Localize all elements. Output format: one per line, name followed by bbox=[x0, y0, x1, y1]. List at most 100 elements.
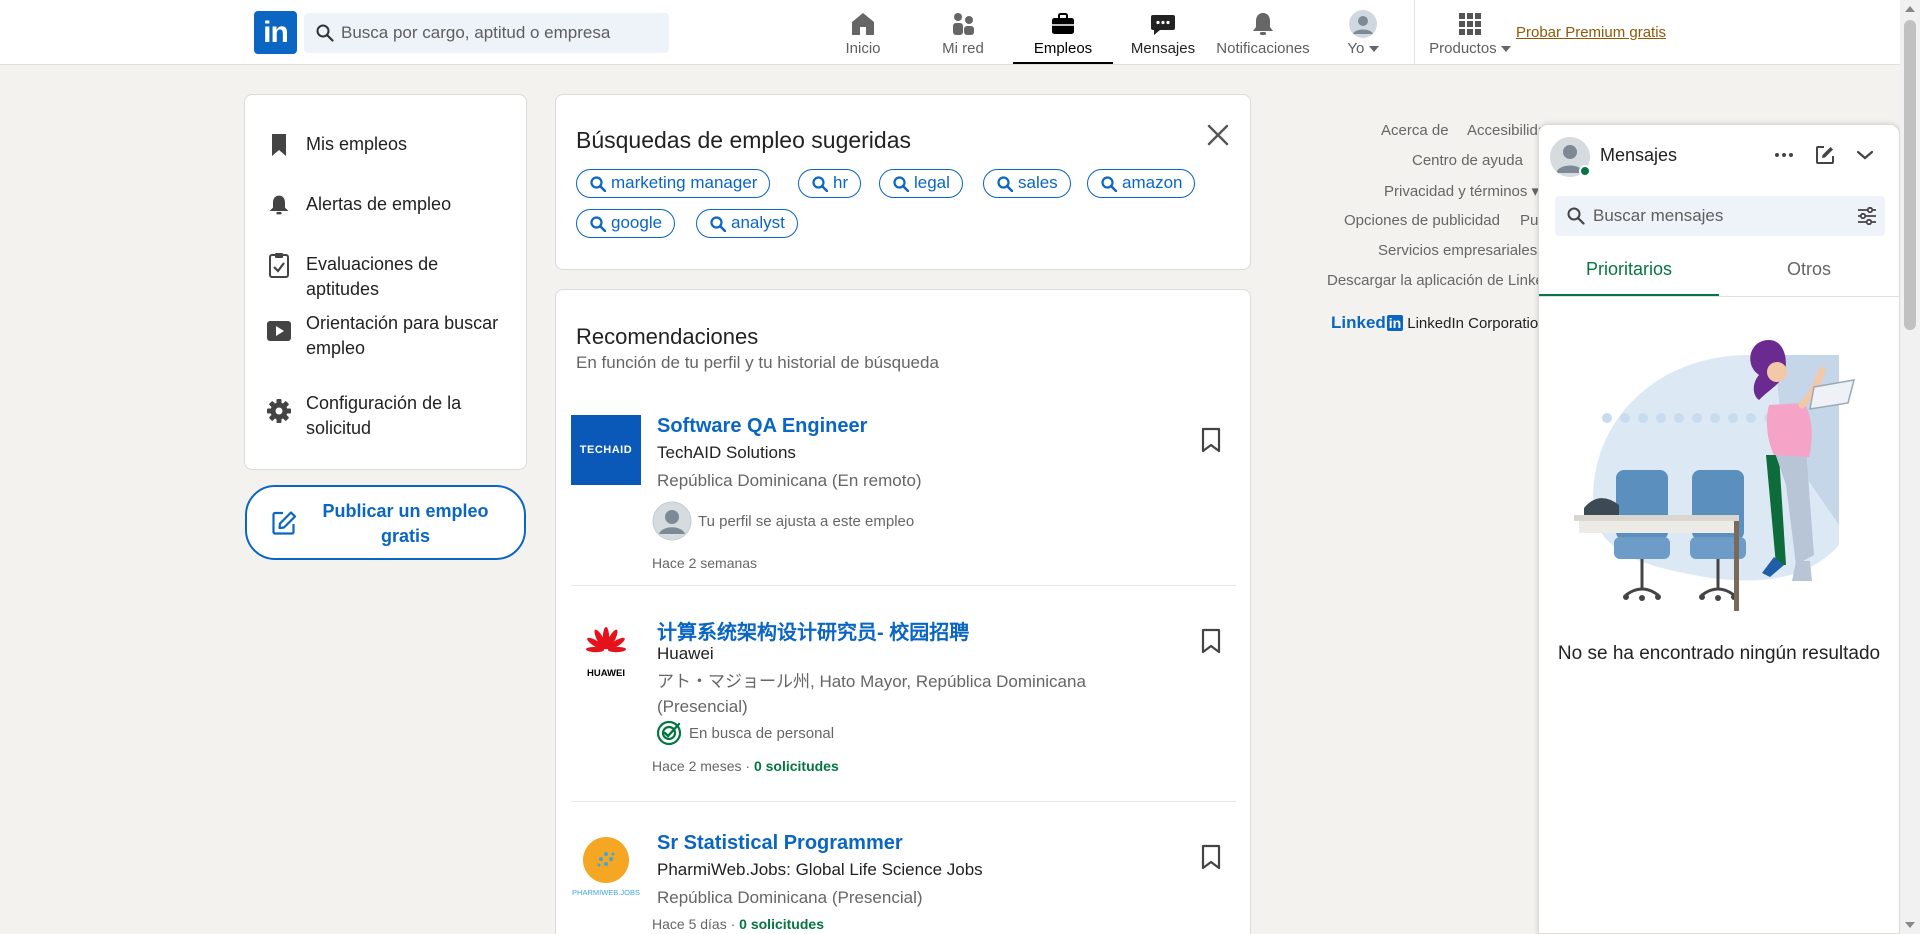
tab-other[interactable]: Otros bbox=[1719, 250, 1899, 296]
suggested-search-pill[interactable]: sales bbox=[983, 169, 1071, 198]
search-icon bbox=[893, 176, 909, 192]
video-icon bbox=[265, 317, 293, 345]
nav-notifications[interactable]: Notificaciones bbox=[1213, 0, 1313, 64]
job-company: PharmiWeb.Jobs: Global Life Science Jobs bbox=[657, 860, 983, 879]
nav-products-label-wrap: Productos bbox=[1420, 40, 1520, 57]
footer-link-ad-choices[interactable]: Opciones de publicidad bbox=[1344, 212, 1500, 229]
search-icon bbox=[1567, 207, 1585, 225]
search-icon bbox=[997, 176, 1013, 192]
job-posted: Hace 2 meses · 0 solicitudes bbox=[652, 758, 839, 774]
footer-link-get-app[interactable]: Descargar la aplicación de LinkedIn bbox=[1327, 272, 1565, 289]
footer-copyright: LinkedIn Corporation bbox=[1407, 314, 1547, 332]
save-job-bookmark-icon[interactable] bbox=[1200, 628, 1222, 654]
bookmark-icon bbox=[265, 131, 293, 159]
page-scrollbar[interactable] bbox=[1900, 0, 1920, 934]
sidebar-item-label: Evaluaciones de aptitudes bbox=[306, 254, 439, 299]
more-options-icon[interactable] bbox=[1774, 145, 1794, 165]
footer-link-about[interactable]: Acerca de bbox=[1381, 122, 1449, 139]
footer-link-privacy[interactable]: Privacidad y términos ▾ bbox=[1384, 182, 1539, 200]
post-job-label: Publicar un empleo gratis bbox=[322, 501, 489, 546]
nav-jobs[interactable]: Empleos bbox=[1013, 0, 1113, 64]
try-premium-link[interactable]: Probar Premium gratis bbox=[1516, 24, 1666, 41]
sidebar-item-job-guidance[interactable]: Orientación para buscar empleo bbox=[265, 311, 516, 361]
scrollbar-thumb[interactable] bbox=[1904, 20, 1916, 330]
company-logo-text: PHARMIWEB.JOBS bbox=[572, 888, 640, 897]
job-insight-text: En busca de personal bbox=[689, 724, 835, 742]
messaging-panel: Mensajes Prioritarios Otros bbox=[1538, 124, 1900, 934]
global-search[interactable] bbox=[304, 13, 669, 53]
nav-home-label: Inicio bbox=[845, 40, 881, 57]
filter-icon[interactable] bbox=[1857, 207, 1877, 225]
scroll-down-arrow[interactable] bbox=[1905, 922, 1915, 928]
nav-messaging[interactable]: Mensajes bbox=[1113, 0, 1213, 64]
sidebar-item-application-settings[interactable]: Configuración de la solicitud bbox=[265, 391, 516, 441]
job-applicants: 0 solicitudes bbox=[753, 758, 839, 774]
recommendations-title: Recomendaciones bbox=[576, 324, 759, 349]
footer-link-advertising[interactable]: Pu bbox=[1520, 212, 1538, 229]
suggested-searches-card: Búsquedas de empleo sugeridas marketing … bbox=[555, 94, 1251, 270]
nav-network-label: Mi red bbox=[942, 40, 984, 57]
sidebar-item-job-alerts[interactable]: Alertas de empleo bbox=[265, 191, 516, 219]
sidebar-item-label: Mis empleos bbox=[306, 134, 408, 154]
job-company: TechAID Solutions bbox=[657, 443, 796, 462]
job-posted-text: Hace 5 días bbox=[652, 916, 727, 932]
linkedin-logo[interactable]: in bbox=[254, 11, 297, 54]
huawei-logo-icon: HUAWEI bbox=[586, 627, 626, 679]
pill-label: hr bbox=[833, 173, 849, 192]
search-icon bbox=[1101, 176, 1117, 192]
tab-focused[interactable]: Prioritarios bbox=[1539, 250, 1719, 296]
nav-messaging-label: Mensajes bbox=[1130, 40, 1196, 57]
nav-jobs-label: Empleos bbox=[1033, 40, 1093, 57]
recommendations-card: Recomendaciones En función de tu perfil … bbox=[555, 289, 1251, 934]
footer-link-help[interactable]: Centro de ayuda bbox=[1412, 152, 1523, 169]
caret-down-icon bbox=[1368, 46, 1379, 53]
message-search[interactable] bbox=[1555, 196, 1885, 236]
search-icon bbox=[590, 216, 606, 232]
job-title-link[interactable]: Software QA Engineer bbox=[657, 415, 867, 438]
post-job-button[interactable]: Publicar un empleo gratis bbox=[245, 485, 526, 560]
suggested-search-pill[interactable]: marketing manager bbox=[576, 169, 771, 198]
messaging-title[interactable]: Mensajes bbox=[1600, 145, 1677, 166]
profile-avatar-icon bbox=[652, 501, 692, 541]
nav-home[interactable]: Inicio bbox=[813, 0, 913, 64]
suggested-search-pill[interactable]: google bbox=[576, 209, 676, 238]
compose-message-icon[interactable] bbox=[1815, 145, 1835, 165]
suggested-search-pill[interactable]: amazon bbox=[1087, 169, 1196, 198]
search-icon bbox=[710, 216, 726, 232]
chevron-down-icon[interactable] bbox=[1855, 145, 1875, 165]
linkedin-wordmark: Linked in bbox=[1331, 313, 1404, 332]
global-search-input[interactable] bbox=[341, 13, 661, 53]
suggested-search-pill[interactable]: legal bbox=[879, 169, 963, 198]
job-card[interactable]: TECHAID Software QA Engineer TechAID Sol… bbox=[571, 415, 1236, 586]
save-job-bookmark-icon[interactable] bbox=[1200, 427, 1222, 453]
job-title-link[interactable]: 计算系统架构设计研究员- 校园招聘 bbox=[657, 616, 969, 645]
jobs-sidebar: Mis empleos Alertas de empleo Evaluacion… bbox=[244, 94, 527, 470]
job-card[interactable]: PHARMIWEB.JOBS Sr Statistical Programmer… bbox=[571, 832, 1236, 934]
job-location: República Dominicana (Presencial) bbox=[657, 888, 923, 907]
pill-label: google bbox=[611, 213, 663, 232]
suggested-search-pill[interactable]: analyst bbox=[696, 209, 798, 238]
job-title-link[interactable]: Sr Statistical Programmer bbox=[657, 832, 903, 855]
suggested-search-pill[interactable]: hr bbox=[798, 169, 862, 198]
pharmiweb-logo-icon: PHARMIWEB.JOBS bbox=[572, 837, 640, 897]
job-insight: En busca de personal bbox=[656, 720, 834, 746]
home-icon bbox=[852, 13, 874, 35]
pill-label: amazon bbox=[1122, 173, 1183, 192]
nav-me-label: Yo bbox=[1347, 40, 1365, 57]
nav-network[interactable]: Mi red bbox=[913, 0, 1013, 64]
save-job-bookmark-icon[interactable] bbox=[1200, 844, 1222, 870]
job-posted-text: Hace 2 meses bbox=[652, 758, 742, 774]
message-search-input[interactable] bbox=[1593, 196, 1843, 236]
scroll-up-arrow[interactable] bbox=[1905, 6, 1915, 12]
sidebar-item-my-jobs[interactable]: Mis empleos bbox=[265, 131, 516, 159]
sidebar-item-skill-assessments[interactable]: Evaluaciones de aptitudes bbox=[265, 251, 516, 302]
clipboard-check-icon bbox=[265, 251, 293, 279]
nav-me[interactable]: Yo bbox=[1313, 0, 1413, 64]
nav-me-label-wrap: Yo bbox=[1313, 40, 1413, 57]
nav-products[interactable]: Productos bbox=[1420, 0, 1520, 64]
footer-link-business[interactable]: Servicios empresariales bbox=[1378, 242, 1537, 259]
search-icon bbox=[812, 176, 828, 192]
pill-label: analyst bbox=[731, 213, 785, 232]
job-card[interactable]: HUAWEI 计算系统架构设计研究员- 校园招聘 Huawei アト・マジョール… bbox=[571, 616, 1236, 802]
close-icon[interactable] bbox=[1206, 123, 1230, 147]
